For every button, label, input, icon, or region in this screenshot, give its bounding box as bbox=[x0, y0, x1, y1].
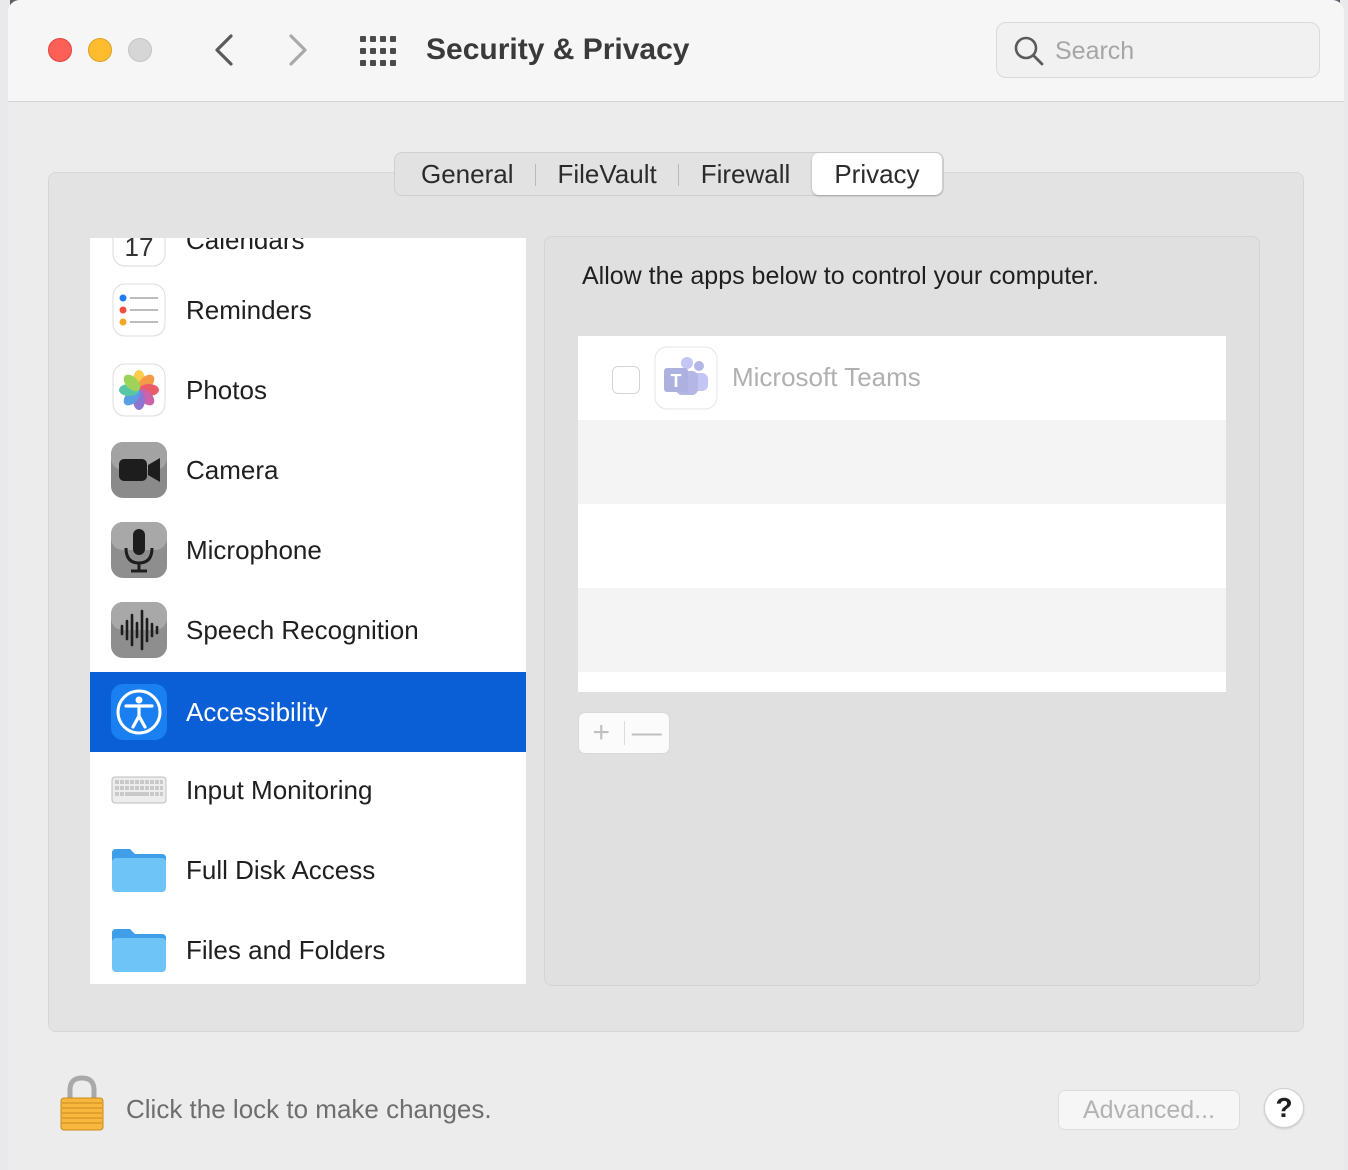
microphone-icon bbox=[111, 522, 167, 578]
sidebar-item-full-disk-access[interactable]: Full Disk Access bbox=[90, 830, 526, 910]
sidebar-item-input-monitoring[interactable]: Input Monitoring bbox=[90, 750, 526, 830]
photos-icon bbox=[112, 363, 166, 417]
sidebar-item-label: Photos bbox=[186, 374, 267, 405]
sidebar-item-label: Files and Folders bbox=[186, 934, 386, 965]
sidebar-item-label: Calendars bbox=[186, 238, 305, 255]
remove-app-button[interactable]: — bbox=[624, 713, 669, 753]
lock-button[interactable] bbox=[58, 1074, 106, 1132]
lock-icon bbox=[60, 1075, 104, 1131]
app-list[interactable]: T Microsoft Teams bbox=[578, 336, 1226, 692]
sidebar-item-files-and-folders[interactable]: Files and Folders bbox=[90, 910, 526, 984]
reminders-icon bbox=[112, 283, 166, 337]
table-row bbox=[578, 588, 1226, 672]
table-row[interactable]: T Microsoft Teams bbox=[578, 336, 1226, 420]
preferences-window: Security & Privacy General FileVault Fir… bbox=[8, 0, 1344, 1170]
privacy-category-list[interactable]: 17 Calendars Reminders Photos Camera Mic… bbox=[90, 238, 526, 984]
add-remove-control: + — bbox=[578, 712, 670, 754]
show-all-button[interactable] bbox=[358, 34, 398, 68]
close-button[interactable] bbox=[48, 38, 72, 62]
calendar-icon: 17 bbox=[112, 238, 166, 267]
tab-general[interactable]: General bbox=[399, 154, 536, 194]
search-icon bbox=[1014, 36, 1044, 66]
teams-icon: T bbox=[654, 346, 718, 410]
sidebar-item-label: Speech Recognition bbox=[186, 614, 419, 645]
folder-icon bbox=[112, 849, 166, 892]
app-name: Microsoft Teams bbox=[732, 362, 921, 392]
sidebar-item-reminders[interactable]: Reminders bbox=[90, 270, 526, 350]
accessibility-icon bbox=[111, 684, 167, 740]
help-button[interactable]: ? bbox=[1264, 1088, 1304, 1128]
search-input[interactable] bbox=[1055, 33, 1305, 69]
search-field[interactable] bbox=[996, 22, 1320, 78]
sidebar-item-accessibility[interactable]: Accessibility bbox=[90, 672, 526, 752]
table-row bbox=[578, 504, 1226, 588]
forward-button[interactable] bbox=[278, 30, 318, 70]
add-app-button[interactable]: + bbox=[579, 713, 624, 753]
back-button[interactable] bbox=[204, 30, 244, 70]
app-checkbox[interactable] bbox=[612, 366, 640, 394]
sidebar-item-label: Accessibility bbox=[186, 696, 328, 727]
title-bar: Security & Privacy bbox=[8, 0, 1344, 102]
table-row bbox=[578, 420, 1226, 504]
tab-filevault[interactable]: FileVault bbox=[536, 154, 679, 194]
sidebar-item-label: Input Monitoring bbox=[186, 774, 373, 805]
window-title: Security & Privacy bbox=[426, 33, 690, 66]
grid-icon bbox=[360, 36, 396, 66]
minimize-button[interactable] bbox=[88, 38, 112, 62]
advanced-button[interactable]: Advanced... bbox=[1058, 1090, 1240, 1130]
sidebar-item-photos[interactable]: Photos bbox=[90, 350, 526, 430]
sidebar-item-microphone[interactable]: Microphone bbox=[90, 510, 526, 590]
lock-message: Click the lock to make changes. bbox=[126, 1094, 492, 1124]
keyboard-icon bbox=[111, 776, 167, 804]
sidebar-item-camera[interactable]: Camera bbox=[90, 430, 526, 510]
detail-instruction: Allow the apps below to control your com… bbox=[582, 262, 1099, 290]
sidebar-item-speech-recognition[interactable]: Speech Recognition bbox=[90, 590, 526, 670]
sidebar-item-label: Camera bbox=[186, 454, 279, 485]
chevron-right-icon bbox=[289, 34, 307, 66]
svg-text:T: T bbox=[671, 371, 682, 391]
tab-privacy[interactable]: Privacy bbox=[812, 153, 942, 195]
chevron-left-icon bbox=[215, 34, 233, 66]
camera-icon bbox=[111, 442, 167, 498]
zoom-button[interactable] bbox=[128, 38, 152, 62]
sidebar-item-label: Full Disk Access bbox=[186, 854, 376, 885]
waveform-icon bbox=[111, 602, 167, 658]
tab-bar: General FileVault Firewall Privacy bbox=[394, 152, 944, 196]
sidebar-item-label: Reminders bbox=[186, 294, 312, 325]
svg-text:17: 17 bbox=[125, 238, 154, 262]
tab-firewall[interactable]: Firewall bbox=[679, 154, 813, 194]
sidebar-item-label: Microphone bbox=[186, 534, 322, 565]
folder-icon bbox=[112, 929, 166, 972]
